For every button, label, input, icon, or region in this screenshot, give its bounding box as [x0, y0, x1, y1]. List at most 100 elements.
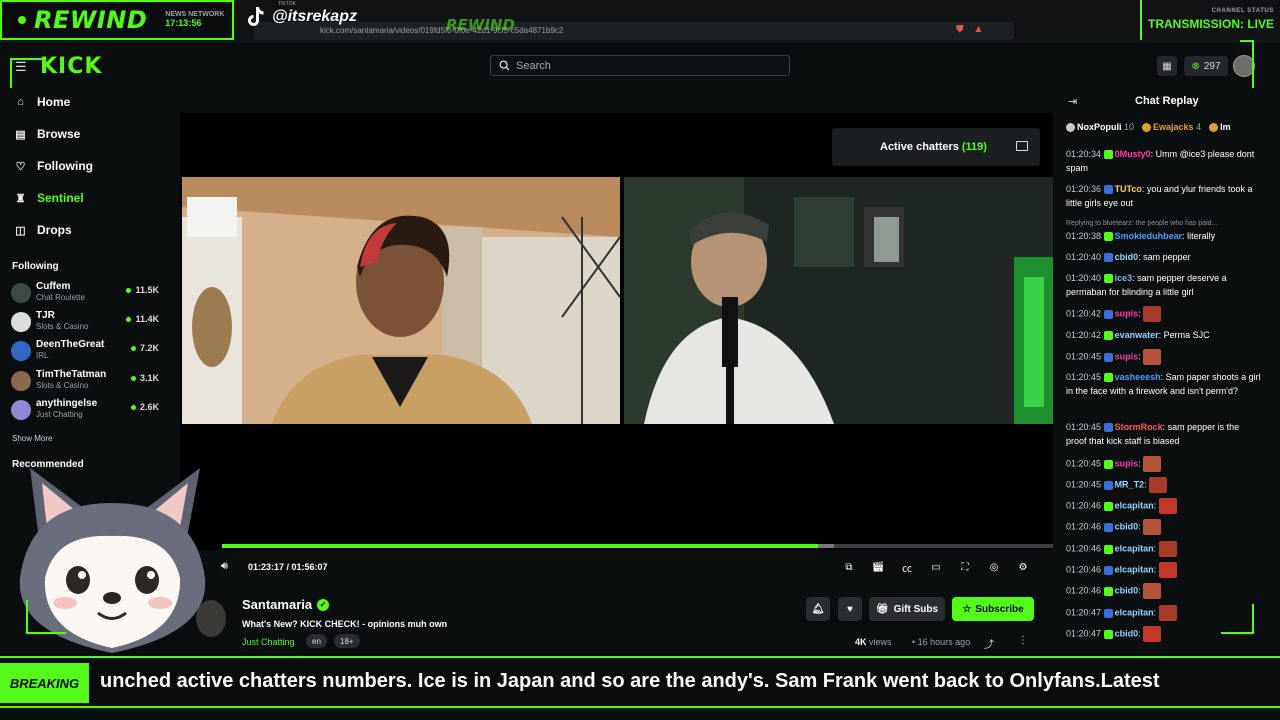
chat-username[interactable]: elcapitan — [1115, 607, 1154, 617]
warning-icon[interactable]: ▲ — [974, 24, 984, 35]
chat-message[interactable]: 01:20:45 vasheeesh: Sam paper shoots a g… — [1066, 370, 1262, 398]
chat-message[interactable]: 01:20:45 supis: — [1066, 456, 1262, 472]
kicks-count: 297 — [1203, 60, 1221, 72]
captions-icon[interactable]: ㏄ — [900, 560, 914, 575]
chat-message[interactable]: 01:20:40 ice3: sam pepper deserve a perm… — [1066, 271, 1262, 299]
chat-timestamp: 01:20:47 — [1066, 628, 1102, 639]
views-label: views — [869, 637, 892, 647]
chat-message[interactable]: 01:20:36 TUTco: you and ylur friends too… — [1066, 182, 1262, 210]
webcam-scene-right — [624, 177, 1053, 424]
seek-bar[interactable] — [222, 544, 1053, 548]
chat-username[interactable]: supis — [1115, 351, 1139, 361]
chat-username[interactable]: StormRock — [1115, 422, 1163, 432]
chat-message[interactable]: 01:20:46 elcapitan: — [1066, 498, 1262, 514]
sidebar-item-home[interactable]: ⌂ Home — [14, 95, 70, 109]
chat-timestamp: 01:20:36 — [1066, 184, 1102, 194]
subscribe-button[interactable]: ☆ Subscribe — [952, 597, 1034, 621]
chat-username[interactable]: cbid0 — [1115, 585, 1139, 595]
chat-message[interactable]: 01:20:46 elcapitan: — [1066, 562, 1262, 578]
stream-category[interactable]: Just Chatting — [242, 637, 295, 647]
search-input[interactable] — [516, 59, 766, 72]
gifter-name: NoxPopuli — [1077, 122, 1122, 132]
shield-icon[interactable]: ⛊ — [956, 24, 964, 35]
active-chatters-popup[interactable]: Active chatters (119) — [832, 128, 1040, 166]
sidebar-item-browse[interactable]: ▤ Browse — [14, 127, 80, 141]
chat-timestamp: 01:20:40 — [1066, 273, 1102, 283]
chat-message[interactable]: 01:20:34 0Musty0: Umm @ice3 please dont … — [1066, 147, 1262, 175]
top-gifter[interactable]: NoxPopuli 10 — [1066, 122, 1134, 133]
dashboard-icon: ▦ — [1162, 60, 1172, 72]
followed-channel[interactable]: DeenTheGreat IRL 7.2K — [11, 339, 161, 365]
tag-mature[interactable]: 18+ — [334, 634, 360, 648]
emote-icon — [1143, 349, 1162, 365]
gifter-rank-icon — [1209, 123, 1219, 133]
chat-username[interactable]: cbid0 — [1115, 628, 1139, 638]
channel-category: Chat Roulette — [36, 293, 85, 302]
chat-username[interactable]: supis — [1115, 308, 1139, 318]
chat-message[interactable]: 01:20:46 cbid0: — [1066, 583, 1262, 599]
top-gifter[interactable]: Ewajacks 4 — [1142, 122, 1201, 133]
chat-username[interactable]: Smokieduhbear — [1115, 231, 1183, 241]
followed-channel[interactable]: Cuffem Chat Roulette 11.5K — [11, 281, 161, 307]
settings-gear-icon[interactable]: ⚙ — [1016, 560, 1030, 574]
search-box[interactable] — [490, 55, 790, 76]
chat-message[interactable]: 01:20:45 supis: — [1066, 349, 1262, 365]
chat-username[interactable]: elcapitan — [1115, 543, 1154, 553]
chat-badge-icon — [1103, 423, 1113, 433]
chat-timestamp: 01:20:46 — [1066, 585, 1102, 596]
chat-username[interactable]: vasheeesh — [1115, 372, 1161, 382]
kicks-balance-button[interactable]: ⊗ 297 — [1184, 56, 1228, 76]
volume-icon[interactable]: 🔊︎ — [221, 560, 228, 573]
chat-username[interactable]: elcapitan — [1115, 500, 1154, 510]
chat-message[interactable]: 01:20:45 MR_T2: — [1066, 477, 1262, 493]
pip-icon[interactable]: ⧉ — [842, 560, 856, 574]
followed-channel[interactable]: TJR Slots & Casino 11.4K — [11, 310, 161, 336]
channel-category: Slots & Casino — [36, 381, 89, 390]
fullscreen-icon[interactable]: ⛶ — [958, 560, 972, 574]
chat-username[interactable]: 0Musty0 — [1115, 149, 1151, 159]
share-icon[interactable]: ⤴ — [984, 636, 994, 651]
more-options-icon[interactable]: ⋮ — [1018, 635, 1028, 646]
chat-username[interactable]: elcapitan — [1115, 564, 1154, 574]
kick-logo[interactable]: KICK — [40, 54, 102, 79]
chat-message[interactable]: 01:20:46 elcapitan: — [1066, 541, 1262, 557]
chat-message[interactable]: 01:20:42 evanwater: Perma SJC — [1066, 328, 1262, 342]
theater-mode-icon[interactable]: ▭ — [929, 560, 943, 574]
chat-message[interactable]: 01:20:40 cbid0: sam pepper — [1066, 250, 1262, 264]
gift-subs-button[interactable]: 🎁︎ Gift Subs — [869, 597, 945, 621]
chat-message[interactable]: 01:20:38 Smokieduhbear: literally — [1066, 229, 1262, 243]
chat-badge-icon — [1103, 253, 1113, 263]
streamer-name-row[interactable]: Santamaria ✓ — [242, 597, 330, 612]
webcam-scene-left — [182, 177, 620, 424]
sidebar-item-following[interactable]: ♡ Following — [14, 159, 93, 173]
chat-username[interactable]: supis — [1115, 458, 1139, 468]
tag-language[interactable]: en — [306, 634, 327, 648]
sidebar-item-drops[interactable]: ◫ Drops — [14, 223, 71, 237]
clip-icon[interactable]: 🎬︎ — [871, 560, 885, 574]
collapse-chat-icon[interactable]: ⇥ — [1068, 95, 1077, 108]
sidebar-item-sentinel[interactable]: ♜ Sentinel — [14, 191, 84, 205]
chat-badge-icon — [1103, 586, 1113, 596]
dashboard-button[interactable]: ▦ — [1157, 56, 1177, 76]
channel-name: DeenTheGreat — [36, 339, 105, 350]
followed-channel[interactable]: anythingelse Just Chatting 2.6K — [11, 398, 161, 424]
speed-icon[interactable]: ◎ — [987, 560, 1001, 574]
chat-username[interactable]: cbid0 — [1115, 521, 1139, 531]
chat-username[interactable]: TUTco — [1115, 184, 1142, 194]
chat-username[interactable]: evanwater — [1115, 330, 1159, 340]
emote-icon — [1143, 306, 1162, 322]
chat-username[interactable]: ice3 — [1115, 273, 1133, 283]
show-more-link[interactable]: Show More — [12, 434, 52, 443]
chat-username[interactable]: MR_T2 — [1115, 479, 1145, 489]
notification-button[interactable]: 🔔︎ — [806, 597, 830, 621]
follow-button[interactable]: ♥ — [838, 597, 862, 621]
top-gifter[interactable]: Im — [1209, 122, 1231, 133]
popout-icon[interactable] — [1016, 141, 1028, 151]
chat-username[interactable]: cbid0 — [1115, 252, 1139, 262]
chat-message[interactable]: 01:20:45 StormRock: sam pepper is the pr… — [1066, 420, 1262, 448]
active-chatters-count: (119) — [961, 141, 987, 153]
chat-message[interactable]: 01:20:46 cbid0: — [1066, 519, 1262, 535]
chat-message[interactable]: 01:20:42 supis: — [1066, 306, 1262, 322]
overlay-clock: 17:13:56 — [165, 17, 202, 28]
followed-channel[interactable]: TimTheTatman Slots & Casino 3.1K — [11, 369, 161, 395]
